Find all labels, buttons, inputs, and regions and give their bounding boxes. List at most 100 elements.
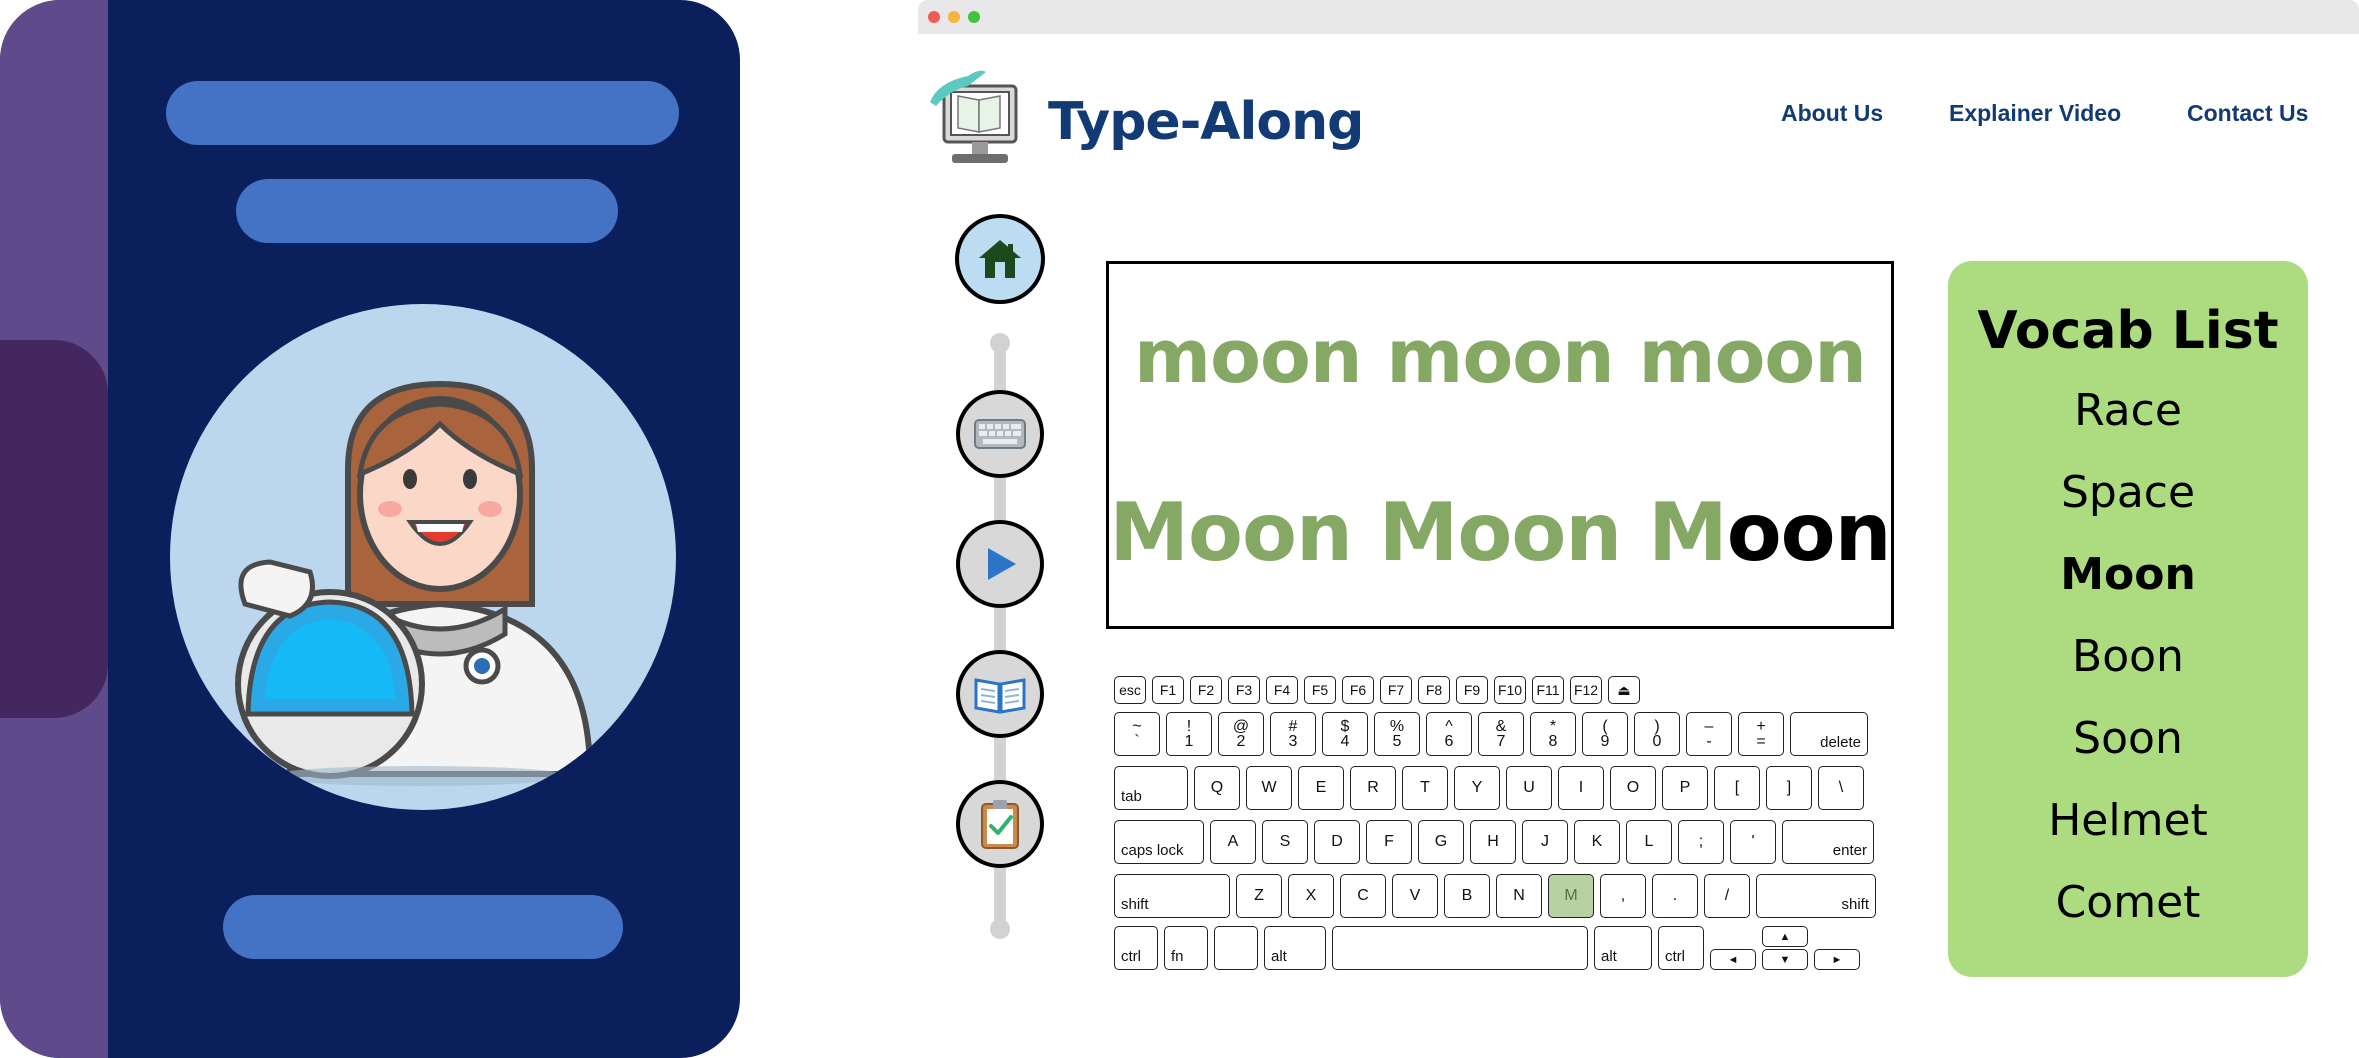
step-play-button[interactable] — [956, 520, 1044, 608]
key-c[interactable]: C — [1340, 874, 1386, 918]
key-s[interactable]: S — [1262, 820, 1308, 864]
key-shift-left[interactable]: shift — [1114, 874, 1230, 918]
key-semicolon[interactable]: ; — [1678, 820, 1724, 864]
key-eject[interactable]: ⏏ — [1608, 676, 1640, 704]
key-4[interactable]: $4 — [1322, 712, 1368, 756]
key-8[interactable]: * 8 — [1530, 712, 1576, 756]
nav-contact-us[interactable]: Contact Us — [2187, 100, 2308, 127]
key-3[interactable]: #3 — [1270, 712, 1316, 756]
step-reading-button[interactable] — [956, 650, 1044, 738]
key-shift-symbol: % — [1389, 718, 1405, 735]
key-tab[interactable]: tab — [1114, 766, 1188, 810]
key-f9[interactable]: F9 — [1456, 676, 1488, 704]
key-f12[interactable]: F12 — [1570, 676, 1602, 704]
key-v[interactable]: V — [1392, 874, 1438, 918]
key-u[interactable]: U — [1506, 766, 1552, 810]
key-w[interactable]: W — [1246, 766, 1292, 810]
key-z[interactable]: Z — [1236, 874, 1282, 918]
vocab-item-helmet[interactable]: Helmet — [1948, 795, 2308, 846]
key-e[interactable]: E — [1298, 766, 1344, 810]
key-y[interactable]: Y — [1454, 766, 1500, 810]
key-6[interactable]: ^ 6 — [1426, 712, 1472, 756]
key-r[interactable]: R — [1350, 766, 1396, 810]
vocab-item-moon[interactable]: Moon — [1948, 549, 2308, 600]
key-fn[interactable]: fn — [1164, 926, 1208, 970]
key-arrow-left[interactable]: ◄ — [1710, 949, 1756, 970]
key-delete[interactable]: delete — [1790, 712, 1868, 756]
key-f10[interactable]: F10 — [1494, 676, 1526, 704]
key-p[interactable]: P — [1662, 766, 1708, 810]
step-home-button[interactable] — [955, 214, 1045, 304]
key-enter[interactable]: enter — [1782, 820, 1874, 864]
key-alt-left[interactable]: alt — [1264, 926, 1326, 970]
vocab-item-race[interactable]: Race — [1948, 385, 2308, 436]
key-symbol[interactable]: + = — [1738, 712, 1784, 756]
typing-exercise-box[interactable]: moon moon moon Moon Moon Moon — [1106, 261, 1894, 629]
key-a[interactable]: A — [1210, 820, 1256, 864]
key-d[interactable]: D — [1314, 820, 1360, 864]
key-f[interactable]: F — [1366, 820, 1412, 864]
vocab-item-space[interactable]: Space — [1948, 467, 2308, 518]
key-g[interactable]: G — [1418, 820, 1464, 864]
key-1[interactable]: ! 1 — [1166, 712, 1212, 756]
logo-icon[interactable] — [928, 62, 1024, 172]
vocab-item-boon[interactable]: Boon — [1948, 631, 2308, 682]
key-space[interactable] — [1332, 926, 1588, 970]
key-shift-right[interactable]: shift — [1756, 874, 1876, 918]
key-7[interactable]: & 7 — [1478, 712, 1524, 756]
nav-explainer-video[interactable]: Explainer Video — [1949, 100, 2121, 127]
key-bracket-right[interactable]: ] — [1766, 766, 1812, 810]
key-arrow-right[interactable]: ► — [1814, 949, 1860, 970]
key-l[interactable]: L — [1626, 820, 1672, 864]
close-window-button[interactable] — [928, 11, 940, 23]
key-h[interactable]: H — [1470, 820, 1516, 864]
step-quiz-button[interactable] — [956, 780, 1044, 868]
key-backtick[interactable]: ~ ` — [1114, 712, 1160, 756]
key-9[interactable]: (9 — [1582, 712, 1628, 756]
nav-about-us[interactable]: About Us — [1781, 100, 1883, 127]
key-2[interactable]: @2 — [1218, 712, 1264, 756]
key-5[interactable]: % 5 — [1374, 712, 1420, 756]
key-f7[interactable]: F7 — [1380, 676, 1412, 704]
key-arrow-down[interactable]: ▼ — [1762, 949, 1808, 970]
key-0[interactable]: ) 0 — [1634, 712, 1680, 756]
maximize-window-button[interactable] — [968, 11, 980, 23]
key-backslash[interactable]: \ — [1818, 766, 1864, 810]
key-f5[interactable]: F5 — [1304, 676, 1336, 704]
key-b[interactable]: B — [1444, 874, 1490, 918]
key-esc[interactable]: esc — [1114, 676, 1146, 704]
key-f11[interactable]: F11 — [1532, 676, 1564, 704]
key-f3[interactable]: F3 — [1228, 676, 1260, 704]
key-ctrl-right[interactable]: ctrl — [1658, 926, 1704, 970]
step-keyboard-button[interactable] — [956, 390, 1044, 478]
key-symbol[interactable]: – - — [1686, 712, 1732, 756]
key-comma[interactable]: , — [1600, 874, 1646, 918]
key-f4[interactable]: F4 — [1266, 676, 1298, 704]
key-t[interactable]: T — [1402, 766, 1448, 810]
key-x[interactable]: X — [1288, 874, 1334, 918]
key-f6[interactable]: F6 — [1342, 676, 1374, 704]
key-alt-right[interactable]: alt — [1594, 926, 1652, 970]
key-quote[interactable]: ' — [1730, 820, 1776, 864]
key-i[interactable]: I — [1558, 766, 1604, 810]
minimize-window-button[interactable] — [948, 11, 960, 23]
key-ctrl-left[interactable]: ctrl — [1114, 926, 1158, 970]
key-f2[interactable]: F2 — [1190, 676, 1222, 704]
vocab-item-comet[interactable]: Comet — [1948, 877, 2308, 928]
key-option[interactable] — [1214, 926, 1258, 970]
key-k[interactable]: K — [1574, 820, 1620, 864]
key-period[interactable]: . — [1652, 874, 1698, 918]
key-o[interactable]: O — [1610, 766, 1656, 810]
key-caps-lock[interactable]: caps lock — [1114, 820, 1204, 864]
brand-name[interactable]: Type-Along — [1048, 92, 1364, 152]
key-bracket-left[interactable]: [ — [1714, 766, 1760, 810]
vocab-item-soon[interactable]: Soon — [1948, 713, 2308, 764]
key-n[interactable]: N — [1496, 874, 1542, 918]
key-slash[interactable]: / — [1704, 874, 1750, 918]
key-f1[interactable]: F1 — [1152, 676, 1184, 704]
key-m[interactable]: M — [1548, 874, 1594, 918]
key-j[interactable]: J — [1522, 820, 1568, 864]
key-arrow-up[interactable]: ▲ — [1762, 926, 1808, 947]
key-q[interactable]: Q — [1194, 766, 1240, 810]
key-f8[interactable]: F8 — [1418, 676, 1450, 704]
